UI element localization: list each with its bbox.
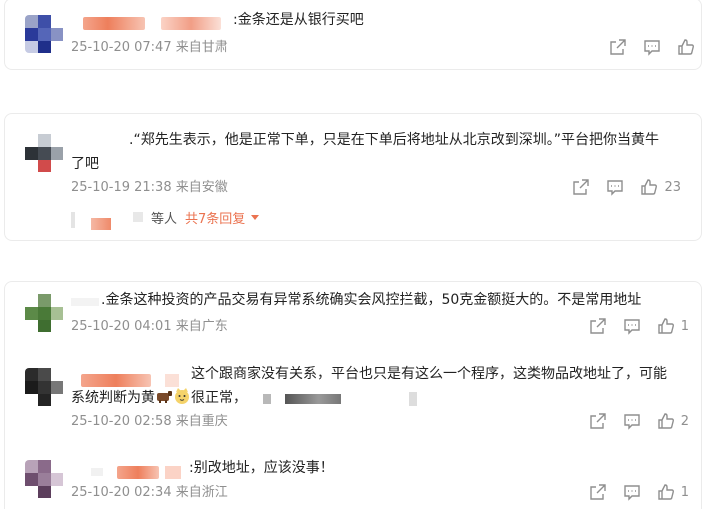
comment-text: 这个跟商家没有关系，平台也只是有这么一个程序，这类物品改地址了，可能 [191,366,667,382]
share-icon [590,318,606,334]
comment-meta: 25-10-20 02:34 来自浙江 [71,485,228,500]
comment-actions: 1 [573,483,689,501]
share-icon [590,413,606,429]
like-icon [658,484,674,500]
cat-emoji-icon [175,388,189,404]
avatar[interactable] [25,460,63,498]
comment-button[interactable] [643,38,661,56]
comment-icon [624,414,640,430]
comment-text: 系统判断为黄 很正常， [71,386,247,410]
comment-text: 了吧 [71,156,99,172]
username-redacted [161,17,221,30]
comment-meta: 25-10-20 02:58 来自重庆 [71,414,228,429]
share-button[interactable] [589,412,607,430]
sub-reply-avatar [133,212,143,222]
like-count: 2 [680,413,689,429]
comment-icon [644,40,660,56]
comment-meta: 25-10-19 21:38 来自安徽 [71,180,228,195]
like-count: 1 [680,318,689,334]
like-button[interactable]: 1 [657,317,689,335]
share-icon [573,179,590,195]
comment-meta: 25-10-20 07:47 来自甘肃 [71,40,228,55]
share-button[interactable] [589,317,607,335]
comment-icon [624,485,640,501]
like-button[interactable]: 23 [640,178,681,196]
comment-actions: 1 [573,317,689,335]
cow-emoji-icon [157,391,172,403]
like-button[interactable]: 2 [657,412,689,430]
comment-card-1: :金条还是从银行买吧 25-10-20 07:47 来自甘肃 [4,0,702,70]
username-redacted [165,466,181,479]
like-icon [658,318,674,334]
sub-replies: 等人 共7条回复 [151,208,260,227]
comment-button[interactable] [623,317,641,335]
username-redacted [91,468,103,476]
like-count: 23 [664,179,681,195]
share-icon [590,484,606,500]
sub-reply-avatar [91,218,111,230]
comment-text: :别改地址，应该没事！ [189,460,334,476]
like-button[interactable]: 1 [657,483,689,501]
like-icon [641,179,658,195]
like-icon [658,413,674,429]
username-redacted[interactable] [117,466,159,479]
username-redacted[interactable] [83,17,145,30]
comment-actions: 23 [556,178,681,196]
comment-button[interactable] [623,483,641,501]
redacted-block [409,392,417,406]
comment-text-part: 系统判断为黄 [71,390,155,406]
comment-text: .“郑先生表示，他是正常下单，只是在下单后将地址从北京改到深圳。”平台把你当黄牛 [129,132,659,148]
username-redacted [71,298,99,306]
redacted-block [285,394,341,404]
share-button[interactable] [589,483,607,501]
comment-card-2: .“郑先生表示，他是正常下单，只是在下单后将地址从北京改到深圳。”平台把你当黄牛… [4,113,702,241]
like-button[interactable] [677,38,695,56]
sub-reply-avatar [71,212,75,228]
comment-button[interactable] [623,412,641,430]
comment-text-part: 很正常， [191,390,247,406]
like-icon [678,39,694,55]
share-button[interactable] [572,178,590,196]
share-icon [610,39,626,55]
comment-actions: 2 [573,412,689,430]
view-replies-link[interactable]: 共7条回复 [185,208,245,227]
avatar[interactable] [25,368,63,406]
comment-icon [607,180,624,196]
avatar[interactable] [25,294,63,332]
comment-meta: 25-10-20 04:01 来自广东 [71,319,228,334]
comment-icon [624,319,640,335]
comment-text: .金条这种投资的产品交易有异常系统确实会风控拦截，50克金额挺大的。不是常用地址 [101,292,642,308]
avatar[interactable] [25,15,63,53]
chevron-down-icon[interactable] [251,215,260,220]
like-count: 1 [680,484,689,500]
sub-replies-label: 等人 [151,212,178,227]
comment-actions [593,38,695,56]
comment-text: :金条还是从银行买吧 [233,12,364,28]
redacted-block [263,394,271,404]
share-button[interactable] [609,38,627,56]
comment-card-3: .金条这种投资的产品交易有异常系统确实会风控拦截，50克金额挺大的。不是常用地址… [4,281,702,509]
comment-button[interactable] [606,178,624,196]
avatar[interactable] [25,134,63,172]
